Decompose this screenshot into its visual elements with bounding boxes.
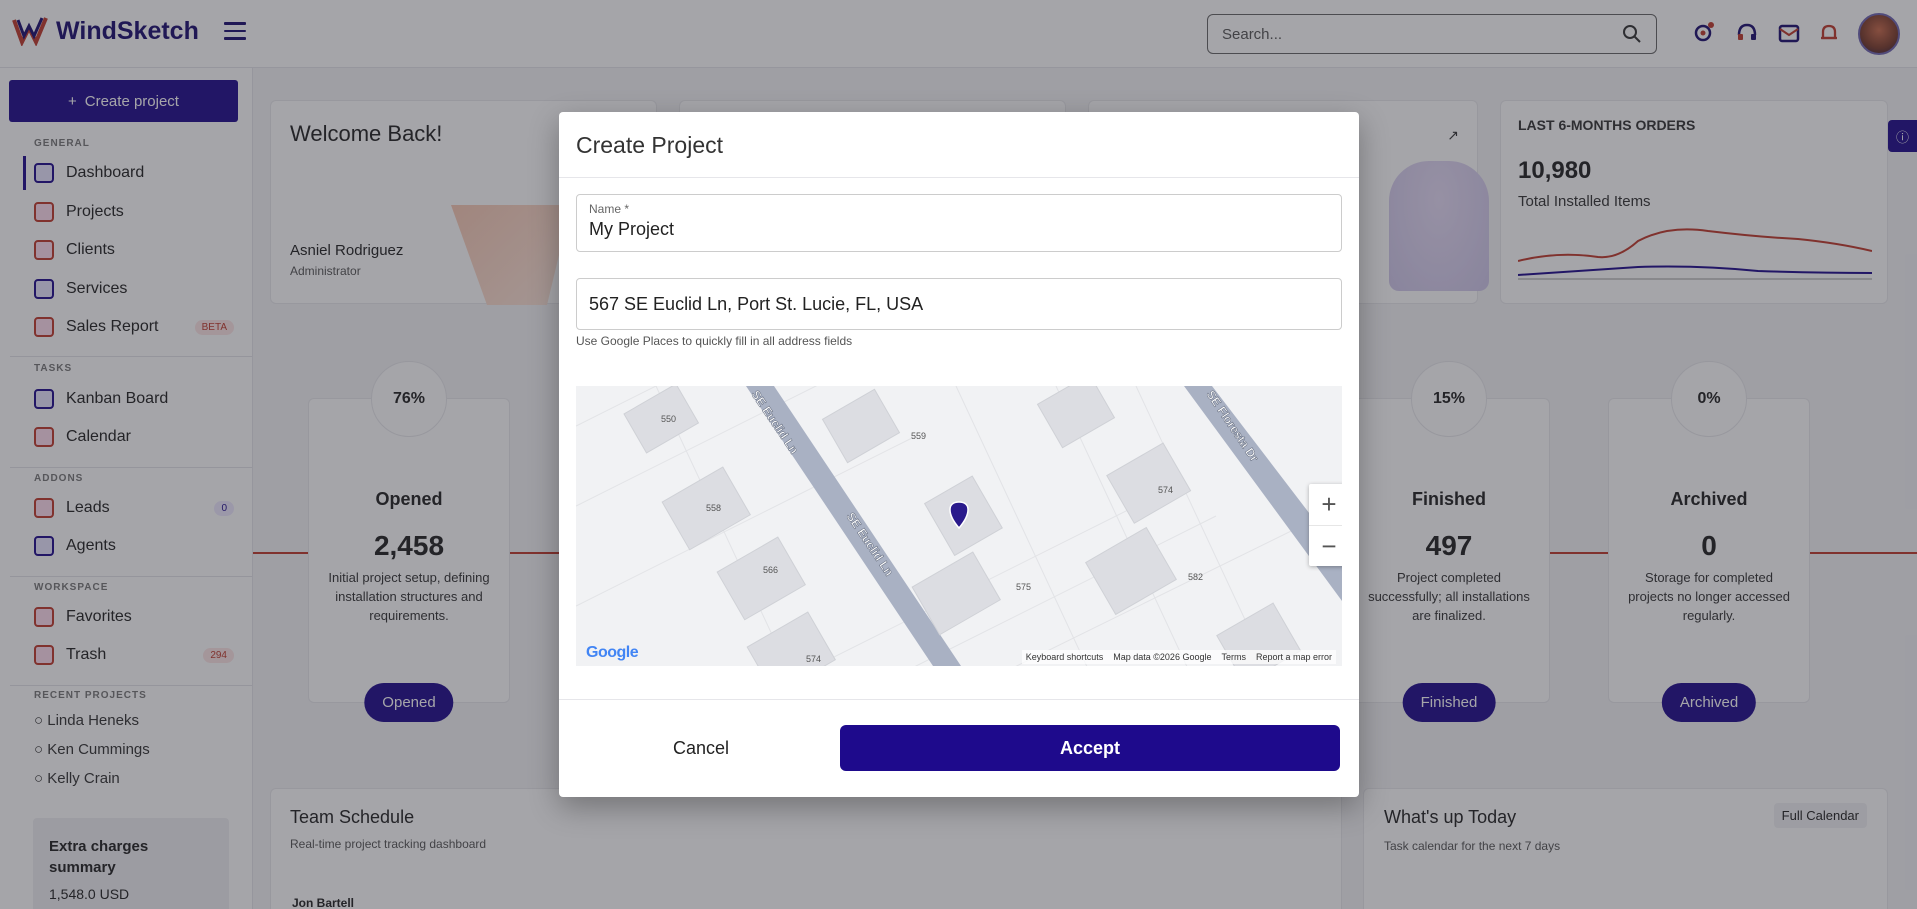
map-label-575: 575 bbox=[1016, 582, 1031, 592]
map-label-574b: 574 bbox=[806, 654, 821, 664]
create-project-dialog: Create Project Name * My Project 567 SE … bbox=[559, 112, 1359, 797]
name-field-value: My Project bbox=[589, 219, 675, 239]
keyboard-shortcuts-link[interactable]: Keyboard shortcuts bbox=[1026, 652, 1104, 662]
report-error-link[interactable]: Report a map error bbox=[1256, 652, 1332, 662]
map-label-582: 582 bbox=[1188, 572, 1203, 582]
map-data-text: Map data ©2026 Google bbox=[1113, 652, 1212, 662]
map-label-566: 566 bbox=[763, 565, 778, 575]
address-value: 567 SE Euclid Ln, Port St. Lucie, FL, US… bbox=[589, 293, 924, 314]
google-logo: Google bbox=[586, 644, 639, 662]
google-brand-text: Google bbox=[586, 644, 639, 661]
zoom-in-button[interactable]: + bbox=[1309, 484, 1342, 525]
terms-link[interactable]: Terms bbox=[1221, 652, 1246, 662]
dialog-title: Create Project bbox=[576, 132, 724, 158]
map-tiles: 550 559 558 566 574 575 582 574 SE Eucli… bbox=[576, 386, 1342, 666]
project-name-field[interactable]: Name * My Project bbox=[576, 194, 1342, 252]
map-label-559: 559 bbox=[911, 431, 926, 441]
map-view[interactable]: 550 559 558 566 574 575 582 574 SE Eucli… bbox=[576, 386, 1342, 666]
map-label-558: 558 bbox=[706, 503, 721, 513]
name-field-label: Name * bbox=[589, 202, 630, 216]
dialog-divider bbox=[559, 699, 1359, 700]
address-help-text: Use Google Places to quickly fill in all… bbox=[576, 334, 853, 348]
map-zoom-control: + − bbox=[1309, 484, 1342, 566]
map-label-550: 550 bbox=[661, 414, 676, 424]
cancel-button[interactable]: Cancel bbox=[576, 725, 826, 771]
map-label-574a: 574 bbox=[1158, 485, 1173, 495]
dialog-divider bbox=[559, 177, 1359, 178]
zoom-out-button[interactable]: − bbox=[1309, 525, 1342, 566]
map-footer: Keyboard shortcuts Map data ©2026 Google… bbox=[1021, 650, 1336, 664]
street-label-floresta: SE Floresta Dr bbox=[1204, 388, 1262, 465]
address-input[interactable]: 567 SE Euclid Ln, Port St. Lucie, FL, US… bbox=[576, 278, 1342, 330]
accept-button[interactable]: Accept bbox=[840, 725, 1340, 771]
